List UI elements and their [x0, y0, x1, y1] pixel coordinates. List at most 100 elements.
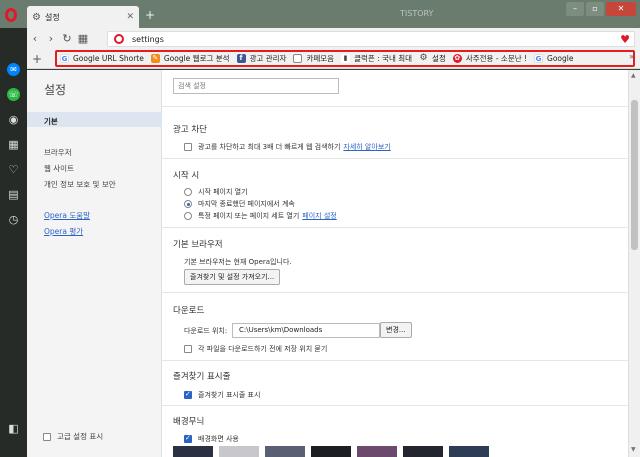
camera-icon[interactable]: ◉: [7, 113, 20, 126]
divider: [162, 405, 628, 406]
wallpaper-swatch[interactable]: [265, 446, 305, 457]
news-icon[interactable]: ▤: [7, 188, 20, 201]
advanced-checkbox[interactable]: [43, 432, 51, 441]
default-browser-title: 기본 브라우저: [173, 240, 223, 250]
divider: [162, 292, 628, 293]
bookmark-item[interactable]: ⚙ 설정: [419, 53, 446, 64]
use-wallpaper-checkbox[interactable]: [184, 434, 192, 443]
scroll-up-icon[interactable]: ▲: [631, 72, 636, 79]
gear-icon: ⚙: [32, 11, 41, 23]
saju-icon: ✿: [452, 54, 462, 63]
bookmarks-bar-title: 즐겨찾기 표시줄: [173, 372, 231, 382]
startup-option-specific[interactable]: 특정 페이지 또는 페이지 세트 열기 페이지 설정: [184, 211, 337, 221]
divider: [162, 106, 628, 107]
opera-help-link[interactable]: Opera 도움말: [44, 210, 90, 221]
sidebar-toggle-icon[interactable]: ◧: [7, 422, 20, 435]
nav-item-browser[interactable]: 브라우저: [44, 147, 72, 158]
wallpaper-swatch[interactable]: [311, 446, 351, 457]
background-window-text: TISTORY: [400, 9, 434, 18]
wallpaper-swatch[interactable]: [403, 446, 443, 457]
show-bookmarks-bar-checkbox[interactable]: [184, 390, 192, 399]
bookmark-item[interactable]: ✎ Google 웹로그 분석: [150, 53, 230, 64]
ad-block-checkbox[interactable]: [184, 143, 192, 151]
wallpaper-swatches: [173, 446, 495, 457]
heart-icon[interactable]: ♡: [7, 163, 20, 176]
import-bookmarks-button[interactable]: 즐겨찾기 및 설정 가져오기...: [184, 269, 281, 285]
advanced-settings-toggle[interactable]: 고급 설정 표시: [43, 431, 103, 442]
speed-dial-icon[interactable]: ▦: [7, 138, 20, 151]
settings-content: 광고 차단 광고를 차단하고 최대 3배 더 빠르게 웹 검색하기 자세히 알아…: [162, 70, 628, 457]
new-tab-button[interactable]: +: [145, 8, 155, 22]
scroll-thumb[interactable]: [631, 100, 638, 250]
wallpaper-swatch[interactable]: [173, 446, 213, 457]
heart-icon[interactable]: ♥: [620, 33, 630, 46]
wallpaper-swatch[interactable]: [357, 446, 397, 457]
divider: [162, 227, 628, 228]
scrollbar[interactable]: ▲ ▼: [628, 70, 640, 457]
downloads-title: 다운로드: [173, 306, 205, 316]
forward-button[interactable]: ›: [43, 32, 59, 45]
advanced-label: 고급 설정 표시: [57, 432, 104, 441]
change-download-location-button[interactable]: 변경...: [380, 322, 412, 338]
close-tab-icon[interactable]: ✕: [126, 12, 134, 22]
bookmarks-highlight: G Google URL Shorte ✎ Google 웹로그 분석 f 광고 관리…: [55, 50, 635, 67]
divider: [162, 360, 628, 361]
radio[interactable]: [184, 188, 192, 196]
nav-item-basic[interactable]: 기본: [27, 112, 162, 127]
reload-button[interactable]: ↻: [59, 32, 75, 45]
ask-save-location-checkbox[interactable]: [184, 345, 192, 353]
wallpaper-swatch[interactable]: [219, 446, 259, 457]
use-wallpaper-option[interactable]: 배경화면 사용: [184, 434, 239, 444]
maximize-button[interactable]: ▫: [586, 2, 604, 16]
google-icon: G: [60, 54, 69, 63]
more-bookmarks-icon[interactable]: »: [629, 52, 634, 61]
wallpaper-title: 배경무늬: [173, 417, 205, 427]
bookmark-item[interactable]: ▮ 클럭픈 : 국내 최대: [341, 53, 412, 64]
radio-selected[interactable]: [184, 200, 192, 208]
startup-option-start-page[interactable]: 시작 페이지 열기: [184, 187, 248, 197]
default-browser-status: 기본 브라우저는 현재 Opera입니다.: [184, 258, 292, 266]
nav-item-privacy[interactable]: 개인 정보 보호 및 보안: [44, 179, 116, 190]
bookmark-item[interactable]: G Google URL Shorte: [60, 54, 144, 63]
back-button[interactable]: ‹: [27, 32, 43, 45]
divider: [162, 158, 628, 159]
search-input[interactable]: [173, 78, 339, 94]
window-controls: – ▫ ✕: [566, 2, 636, 16]
download-path-field[interactable]: C:\Users\km\Downloads: [232, 323, 380, 338]
address-bar[interactable]: settings ♥: [107, 31, 635, 47]
nav-item-websites[interactable]: 웹 사이트: [44, 163, 74, 174]
set-pages-link[interactable]: 페이지 설정: [302, 211, 336, 221]
tab-settings[interactable]: ⚙ 설정 ✕: [27, 6, 139, 28]
startup-title: 시작 시: [173, 171, 200, 181]
bookmark-item[interactable]: ✿ 사주전용 - 소문난 !: [452, 53, 527, 64]
learn-more-link[interactable]: 자세히 알아보기: [343, 142, 390, 152]
download-location-label: 다운로드 위치:: [184, 327, 228, 335]
messenger-icon[interactable]: ✉: [7, 63, 20, 76]
blog-icon: ✎: [150, 54, 160, 63]
ad-block-title: 광고 차단: [173, 125, 207, 135]
bookmark-item[interactable]: 카페모음: [293, 53, 334, 64]
wallpaper-swatch[interactable]: [449, 446, 489, 457]
radio[interactable]: [184, 212, 192, 220]
tiles-icon[interactable]: ▦: [75, 32, 91, 45]
nav-item-label: 기본: [44, 117, 58, 126]
bookmark-item[interactable]: f 광고 관리자: [236, 53, 286, 64]
rate-opera-link[interactable]: Opera 평가: [44, 226, 83, 237]
bookmark-item[interactable]: G Google: [534, 54, 573, 63]
address-url: settings: [132, 34, 164, 44]
minimize-button[interactable]: –: [566, 2, 584, 16]
close-window-button[interactable]: ✕: [606, 2, 636, 16]
show-bookmarks-bar-option[interactable]: 즐겨찾기 표시줄 표시: [184, 390, 260, 400]
settings-title: 설정: [44, 83, 67, 97]
add-bookmark-button[interactable]: +: [27, 52, 47, 66]
ad-block-option[interactable]: 광고를 차단하고 최대 3배 더 빠르게 웹 검색하기 자세히 알아보기: [184, 142, 391, 152]
folder-icon: [293, 54, 303, 63]
opera-icon: [114, 34, 124, 44]
scroll-down-icon[interactable]: ▼: [631, 446, 636, 453]
startup-option-continue[interactable]: 마지막 종료했던 페이지에서 계속: [184, 199, 295, 209]
opera-menu-icon[interactable]: [5, 8, 17, 22]
whatsapp-icon[interactable]: ☏: [7, 88, 20, 101]
history-icon[interactable]: ◷: [7, 213, 20, 226]
ask-save-location-option[interactable]: 각 파일을 다운로드하기 전에 저장 위치 묻기: [184, 344, 327, 354]
toolbar: ‹ › ↻ ▦ settings ♥: [27, 28, 640, 49]
